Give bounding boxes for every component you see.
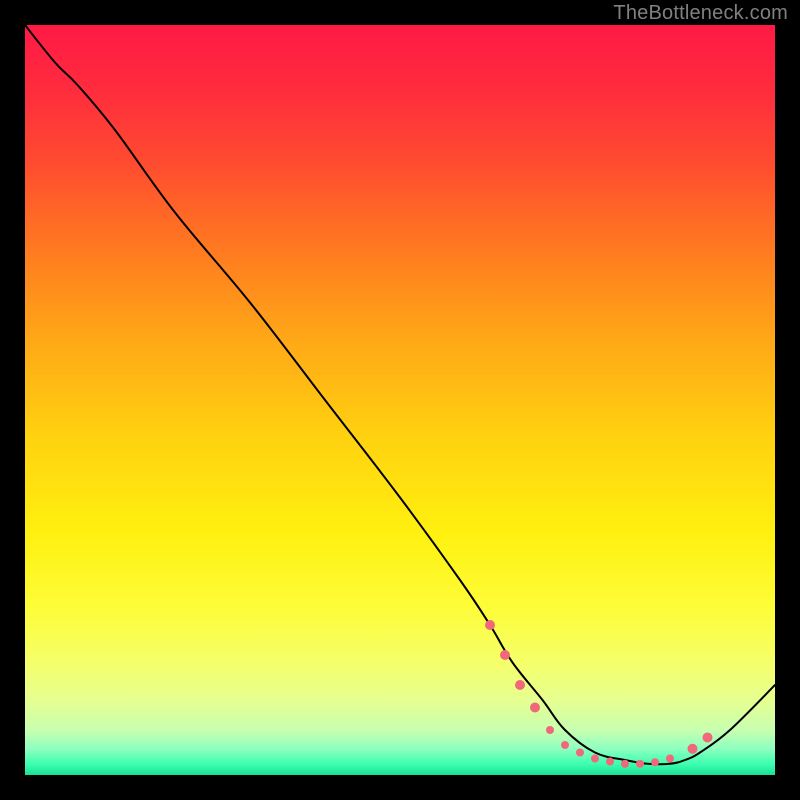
highlight-point — [636, 760, 644, 768]
plot-area — [25, 25, 775, 775]
highlight-point — [666, 755, 674, 763]
highlight-point — [621, 760, 629, 768]
highlight-point — [703, 733, 713, 743]
highlight-point — [591, 755, 599, 763]
highlight-point — [651, 758, 659, 766]
chart-frame: TheBottleneck.com — [0, 0, 800, 800]
gradient-background — [25, 25, 775, 775]
highlight-point — [561, 741, 569, 749]
highlight-point — [546, 726, 554, 734]
highlight-point — [576, 749, 584, 757]
chart-svg — [25, 25, 775, 775]
highlight-point — [688, 744, 698, 754]
highlight-point — [485, 620, 495, 630]
highlight-point — [500, 650, 510, 660]
highlight-point — [606, 758, 614, 766]
highlight-point — [515, 680, 525, 690]
highlight-point — [530, 703, 540, 713]
watermark-text: TheBottleneck.com — [613, 2, 788, 25]
